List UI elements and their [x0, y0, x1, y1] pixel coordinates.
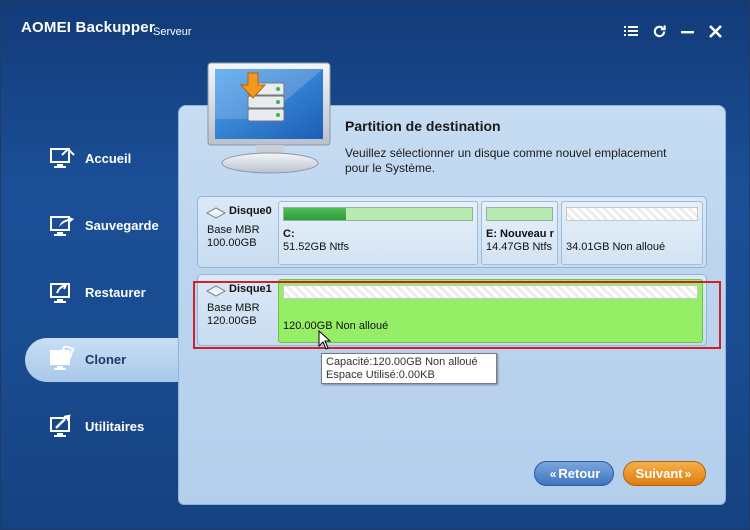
disk-icon	[205, 206, 227, 219]
tools-icon	[49, 413, 75, 439]
tooltip-used-space: Espace Utilisé:0.00KB	[326, 369, 435, 381]
backup-icon	[49, 212, 75, 238]
next-button[interactable]: Suivant »	[623, 461, 706, 486]
partition-info: 51.52GB Ntfs	[283, 241, 350, 253]
disk-row-disque0[interactable]: Disque0 Base MBR 100.00GB C: 51.52GB Ntf…	[197, 196, 707, 268]
home-icon	[49, 145, 75, 171]
usage-bar	[283, 207, 473, 221]
partition-c[interactable]: C: 51.52GB Ntfs	[278, 201, 478, 265]
restore-icon	[49, 279, 75, 305]
minimize-icon[interactable]	[677, 21, 697, 41]
disk-info: Disque0 Base MBR 100.00GB	[198, 197, 276, 267]
refresh-icon[interactable]	[649, 21, 669, 41]
back-button-label: Retour	[558, 466, 601, 481]
sidebar-item-label: Sauvegarde	[85, 218, 159, 233]
partition-name: E: Nouveau r	[486, 228, 554, 240]
sidebar-item-accueil[interactable]: Accueil	[25, 137, 178, 181]
partition-name: C:	[283, 228, 295, 240]
monitor-disk-icon	[204, 59, 336, 179]
title-bar: AOMEI Backupper Serveur	[1, 1, 749, 61]
sidebar-item-restaurer[interactable]: Restaurer	[25, 271, 178, 315]
partition-unallocated[interactable]: 34.01GB Non alloué	[561, 201, 703, 265]
app-window: AOMEI Backupper Serveur Accueil Sauvegar…	[0, 0, 750, 530]
partition-info: 34.01GB Non alloué	[566, 241, 666, 253]
app-title: AOMEI Backupper	[21, 19, 155, 36]
partition-tooltip: Capacité:120.00GB Non alloué Espace Util…	[321, 353, 497, 384]
next-button-label: Suivant	[635, 466, 683, 481]
usage-bar	[486, 207, 553, 221]
sidebar-item-label: Accueil	[85, 151, 132, 166]
page-description: Veuillez sélectionner un disque comme no…	[345, 146, 667, 175]
sidebar-item-label: Restaurer	[85, 285, 146, 300]
app-edition: Serveur	[153, 26, 192, 38]
sidebar-item-utilitaires[interactable]: Utilitaires	[25, 405, 178, 449]
menu-icon[interactable]	[621, 21, 641, 41]
double-chevron-left-icon: «	[549, 466, 557, 481]
tooltip-capacity: Capacité:120.00GB Non alloué	[326, 356, 478, 368]
disk-name: Disque0	[229, 205, 272, 217]
close-icon[interactable]	[705, 21, 725, 41]
double-chevron-right-icon: »	[684, 466, 692, 481]
sidebar-item-label: Cloner	[85, 352, 127, 367]
selection-highlight	[193, 281, 721, 349]
mouse-cursor	[318, 329, 332, 350]
back-button[interactable]: « Retour	[534, 461, 614, 486]
sidebar-item-label: Utilitaires	[85, 419, 145, 434]
disk-size: 100.00GB	[207, 237, 257, 249]
usage-bar	[566, 207, 698, 221]
disk-type: Base MBR	[207, 224, 260, 236]
page-title: Partition de destination	[345, 118, 501, 134]
clone-icon	[49, 344, 75, 372]
sidebar-item-cloner[interactable]: Cloner	[25, 338, 185, 382]
partition-info: 14.47GB Ntfs	[486, 241, 553, 253]
partition-e[interactable]: E: Nouveau r 14.47GB Ntfs	[481, 201, 558, 265]
sidebar-item-sauvegarde[interactable]: Sauvegarde	[25, 204, 178, 248]
